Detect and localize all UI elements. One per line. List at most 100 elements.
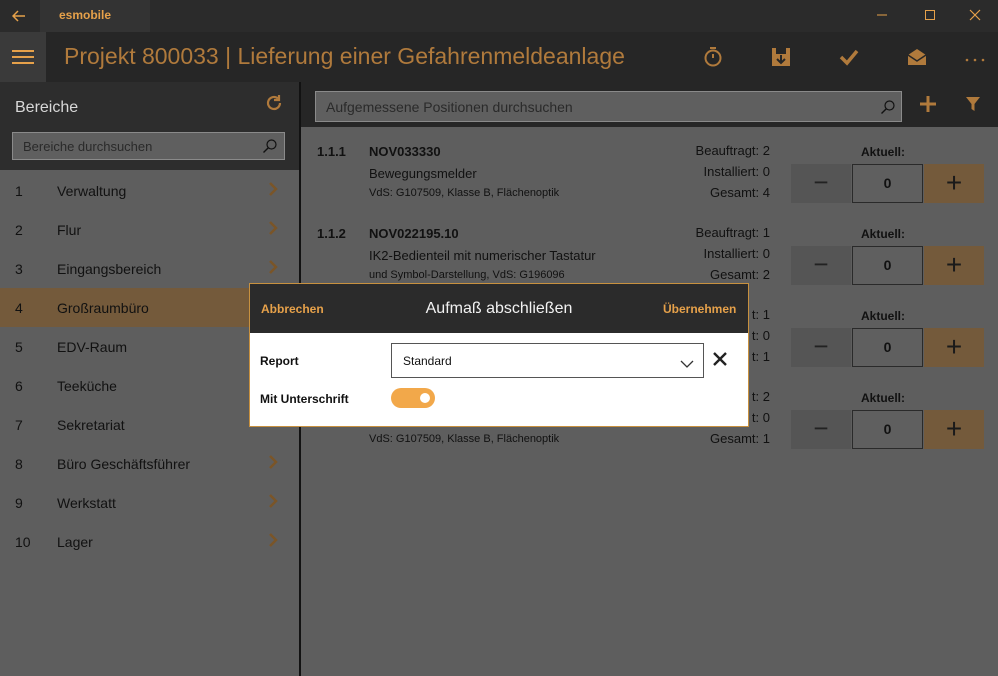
decrement-button[interactable]: − <box>791 246 851 285</box>
checkmark-icon[interactable] <box>834 42 864 72</box>
sidebar-item-werkstatt[interactable]: 9 Werkstatt <box>0 483 299 522</box>
item-label: Eingangsbereich <box>57 261 162 277</box>
mail-open-icon[interactable] <box>902 42 932 72</box>
item-number: 5 <box>15 339 23 355</box>
decrement-button[interactable]: − <box>791 164 851 203</box>
item-label: Lager <box>57 534 93 550</box>
installed-count: t: 0 <box>751 410 770 425</box>
ordered-count: t: 2 <box>751 389 770 404</box>
clear-report-icon[interactable] <box>711 350 729 368</box>
back-arrow-icon[interactable] <box>11 6 34 26</box>
chevron-right-icon <box>268 455 282 471</box>
app-header: Projekt 800033 | Lieferung einer Gefahre… <box>0 32 998 82</box>
item-number: 4 <box>15 300 23 316</box>
total-count: t: 1 <box>751 349 770 364</box>
position-name: IK2-Bedienteil mit numerischer Tastatur <box>369 248 596 263</box>
quantity-field[interactable]: 0 <box>852 246 923 285</box>
position-code: NOV022195.10 <box>369 226 459 241</box>
report-label: Report <box>260 354 299 368</box>
hamburger-icon[interactable] <box>0 32 46 82</box>
installed-count: t: 0 <box>751 328 770 343</box>
increment-button[interactable]: + <box>924 328 984 367</box>
quantity-field[interactable]: 0 <box>852 328 923 367</box>
area-search-input[interactable] <box>13 133 258 159</box>
title-bar: esmobile <box>0 0 998 32</box>
position-description: VdS: G107509, Klasse B, Flächenoptik <box>369 433 560 445</box>
current-label: Aktuell: <box>861 145 906 159</box>
close-window-icon[interactable] <box>952 0 998 32</box>
item-label: Büro Geschäftsführer <box>57 456 191 472</box>
chevron-right-icon <box>268 221 282 237</box>
dialog-header: Aufmaß abschließen Abbrechen Übernehmen <box>250 284 748 333</box>
item-label: Großraumbüro <box>57 300 149 316</box>
item-number: 3 <box>15 261 23 277</box>
sidebar-item-flur[interactable]: 2 Flur <box>0 210 299 249</box>
signature-label: Mit Unterschrift <box>260 392 349 406</box>
item-label: Werkstatt <box>57 495 116 511</box>
item-number: 2 <box>15 222 23 238</box>
ordered-count: t: 1 <box>751 307 770 322</box>
ordered-count: Beauftragt: 2 <box>695 143 770 158</box>
quantity-field[interactable]: 0 <box>852 164 923 203</box>
chevron-right-icon <box>268 533 282 549</box>
ordered-count: Beauftragt: 1 <box>695 225 770 240</box>
minimize-icon[interactable] <box>859 0 905 32</box>
chevron-right-icon <box>268 260 282 276</box>
finish-measurement-dialog: Aufmaß abschließen Abbrechen Übernehmen … <box>249 283 749 427</box>
page-title: Projekt 800033 | Lieferung einer Gefahre… <box>64 43 625 69</box>
position-search-input[interactable] <box>316 92 876 121</box>
total-count: Gesamt: 1 <box>710 431 770 446</box>
position-code: NOV033330 <box>369 144 441 159</box>
timer-icon[interactable] <box>698 42 728 72</box>
position-description: VdS: G107509, Klasse B, Flächenoptik <box>369 187 560 199</box>
search-icon[interactable] <box>880 99 896 115</box>
sidebar-item-lager[interactable]: 10 Lager <box>0 522 299 561</box>
position-index: 1.1.2 <box>317 226 346 241</box>
area-search-box <box>12 132 285 160</box>
maximize-icon[interactable] <box>907 0 953 32</box>
apply-button[interactable]: Übernehmen <box>663 302 736 316</box>
item-number: 10 <box>15 534 31 550</box>
current-label: Aktuell: <box>861 391 906 405</box>
decrement-button[interactable]: − <box>791 328 851 367</box>
item-label: Sekretariat <box>57 417 125 433</box>
increment-button[interactable]: + <box>924 246 984 285</box>
report-select[interactable]: Standard <box>391 343 704 378</box>
item-label: EDV-Raum <box>57 339 128 355</box>
item-label: Flur <box>57 222 82 238</box>
filter-icon[interactable] <box>965 96 981 112</box>
increment-button[interactable]: + <box>924 410 984 449</box>
current-label: Aktuell: <box>861 227 906 241</box>
toggle-knob <box>420 393 430 403</box>
total-count: Gesamt: 2 <box>710 267 770 282</box>
signature-toggle[interactable] <box>391 388 435 408</box>
chevron-right-icon <box>268 182 282 198</box>
position-index: 1.1.1 <box>317 144 346 159</box>
add-position-button[interactable] <box>916 90 940 118</box>
item-label: Verwaltung <box>57 183 127 199</box>
position-row: 1.1.1 NOV033330 Bewegungsmelder VdS: G10… <box>301 134 998 216</box>
position-name: Bewegungsmelder <box>369 166 477 181</box>
sidebar-title: Bereiche <box>15 99 79 116</box>
position-description: und Symbol-Darstellung, VdS: G196096 <box>369 269 565 281</box>
item-number: 6 <box>15 378 23 394</box>
quantity-field[interactable]: 0 <box>852 410 923 449</box>
main-toolbar <box>301 82 998 127</box>
app-name: esmobile <box>59 8 112 22</box>
chevron-down-icon <box>680 356 694 368</box>
save-floppy-icon[interactable] <box>766 42 796 72</box>
decrement-button[interactable]: − <box>791 410 851 449</box>
item-number: 8 <box>15 456 23 472</box>
search-icon[interactable] <box>262 138 278 154</box>
item-number: 7 <box>15 417 23 433</box>
total-count: Gesamt: 4 <box>710 185 770 200</box>
increment-button[interactable]: + <box>924 164 984 203</box>
refresh-icon[interactable] <box>265 94 285 114</box>
sidebar-item-verwaltung[interactable]: 1 Verwaltung <box>0 171 299 210</box>
sidebar-item-buero-geschaeftsfuehrer[interactable]: 8 Büro Geschäftsführer <box>0 444 299 483</box>
sidebar-header: Bereiche <box>0 82 299 170</box>
item-number: 1 <box>15 183 23 199</box>
current-label: Aktuell: <box>861 309 906 323</box>
cancel-button[interactable]: Abbrechen <box>261 302 324 316</box>
more-icon[interactable] <box>960 42 990 72</box>
